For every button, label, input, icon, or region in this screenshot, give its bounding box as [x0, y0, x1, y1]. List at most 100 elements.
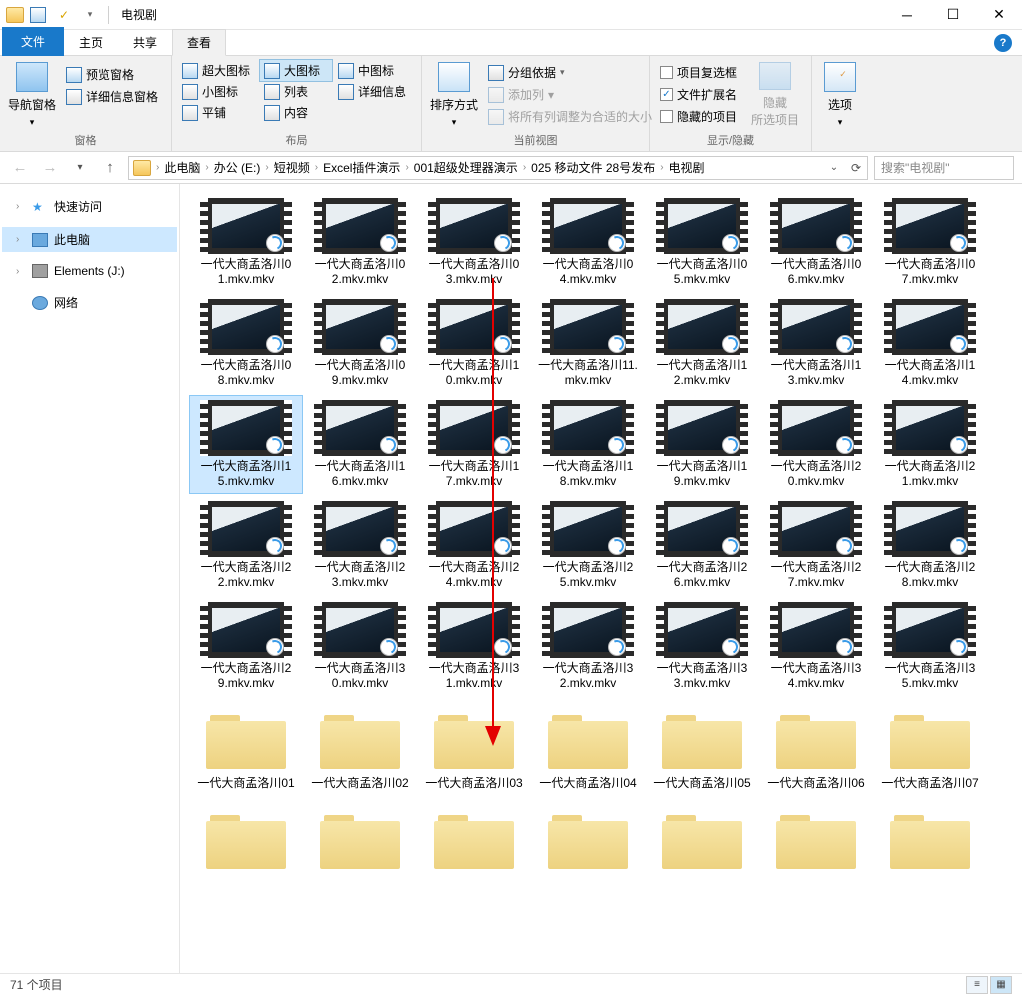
file-item[interactable]: 一代大商孟洛川12.mkv.mkv	[646, 295, 758, 392]
options-button[interactable]: ✓ 选项▾	[818, 60, 862, 130]
file-item[interactable]: 一代大商孟洛川07.mkv.mkv	[874, 194, 986, 291]
file-item[interactable]: 一代大商孟洛川06.mkv.mkv	[760, 194, 872, 291]
file-item[interactable]: 一代大商孟洛川18.mkv.mkv	[532, 396, 644, 493]
details-pane-button[interactable]: 详细信息窗格	[62, 86, 162, 107]
crumb[interactable]: Excel插件演示	[319, 159, 404, 176]
breadcrumb[interactable]: › 此电脑› 办公 (E:)› 短视频› Excel插件演示› 001超级处理器…	[128, 156, 868, 180]
dropdown-icon[interactable]: ⌄	[823, 162, 845, 173]
layout-list[interactable]: 列表	[260, 81, 332, 102]
folder-item[interactable]	[760, 799, 872, 880]
tab-home[interactable]: 主页	[64, 29, 118, 56]
file-item[interactable]: 一代大商孟洛川23.mkv.mkv	[304, 497, 416, 594]
file-item[interactable]: 一代大商孟洛川24.mkv.mkv	[418, 497, 530, 594]
crumb[interactable]: 此电脑	[160, 159, 204, 176]
file-view[interactable]: 一代大商孟洛川01.mkv.mkv一代大商孟洛川02.mkv.mkv一代大商孟洛…	[180, 184, 1022, 973]
file-item[interactable]: 一代大商孟洛川03.mkv.mkv	[418, 194, 530, 291]
file-item[interactable]: 一代大商孟洛川29.mkv.mkv	[190, 598, 302, 695]
layout-tiles[interactable]: 平铺	[178, 102, 258, 123]
tree-this-pc[interactable]: ›此电脑	[2, 227, 177, 252]
folder-item[interactable]: 一代大商孟洛川07	[874, 699, 986, 795]
qat-properties[interactable]	[26, 3, 50, 27]
file-item[interactable]: 一代大商孟洛川04.mkv.mkv	[532, 194, 644, 291]
qat-new[interactable]: ✓	[52, 3, 76, 27]
tree-network[interactable]: 网络	[2, 290, 177, 315]
sort-button[interactable]: 排序方式▾	[428, 60, 480, 130]
crumb[interactable]: 短视频	[270, 159, 314, 176]
file-item[interactable]: 一代大商孟洛川16.mkv.mkv	[304, 396, 416, 493]
layout-sm[interactable]: 小图标	[178, 81, 258, 102]
layout-lg[interactable]: 大图标	[260, 60, 332, 81]
file-item[interactable]: 一代大商孟洛川35.mkv.mkv	[874, 598, 986, 695]
tree-quick-access[interactable]: ›★快速访问	[2, 194, 177, 219]
file-item[interactable]: 一代大商孟洛川25.mkv.mkv	[532, 497, 644, 594]
crumb[interactable]: 电视剧	[665, 159, 709, 176]
video-thumb	[656, 198, 748, 254]
crumb[interactable]: 025 移动文件 28号发布	[527, 159, 659, 176]
file-item[interactable]: 一代大商孟洛川08.mkv.mkv	[190, 295, 302, 392]
recent-button[interactable]: ▾	[68, 156, 92, 180]
file-item[interactable]: 一代大商孟洛川28.mkv.mkv	[874, 497, 986, 594]
file-item[interactable]: 一代大商孟洛川34.mkv.mkv	[760, 598, 872, 695]
file-item[interactable]: 一代大商孟洛川13.mkv.mkv	[760, 295, 872, 392]
file-item[interactable]: 一代大商孟洛川05.mkv.mkv	[646, 194, 758, 291]
layout-content[interactable]: 内容	[260, 102, 332, 123]
file-item[interactable]: 一代大商孟洛川27.mkv.mkv	[760, 497, 872, 594]
item-checkboxes-toggle[interactable]: 项目复选框	[656, 62, 741, 83]
group-by-button[interactable]: 分组依据 ▾	[484, 62, 656, 83]
nav-pane-button[interactable]: 导航窗格 ▾	[6, 60, 58, 130]
file-item[interactable]: 一代大商孟洛川20.mkv.mkv	[760, 396, 872, 493]
folder-item[interactable]	[190, 799, 302, 880]
folder-item[interactable]	[532, 799, 644, 880]
qat-dropdown[interactable]: ▾	[78, 3, 102, 27]
tab-share[interactable]: 共享	[118, 29, 172, 56]
tab-view[interactable]: 查看	[172, 29, 226, 56]
file-item[interactable]: 一代大商孟洛川11.mkv.mkv	[532, 295, 644, 392]
layout-detail[interactable]: 详细信息	[334, 81, 406, 102]
layout-md[interactable]: 中图标	[334, 60, 406, 81]
view-icons-toggle[interactable]: ▦	[990, 976, 1012, 994]
search-input[interactable]: 搜索"电视剧"	[874, 156, 1014, 180]
view-details-toggle[interactable]: ≡	[966, 976, 988, 994]
file-item[interactable]: 一代大商孟洛川30.mkv.mkv	[304, 598, 416, 695]
file-item[interactable]: 一代大商孟洛川14.mkv.mkv	[874, 295, 986, 392]
file-item[interactable]: 一代大商孟洛川19.mkv.mkv	[646, 396, 758, 493]
forward-button[interactable]: →	[38, 156, 62, 180]
folder-item[interactable]: 一代大商孟洛川06	[760, 699, 872, 795]
minimize-button[interactable]: ─	[884, 0, 930, 30]
help-icon[interactable]: ?	[994, 34, 1012, 52]
folder-item[interactable]: 一代大商孟洛川03	[418, 699, 530, 795]
hidden-items-toggle[interactable]: 隐藏的项目	[656, 106, 741, 127]
folder-item[interactable]	[874, 799, 986, 880]
file-item[interactable]: 一代大商孟洛川17.mkv.mkv	[418, 396, 530, 493]
folder-item[interactable]	[646, 799, 758, 880]
folder-item[interactable]: 一代大商孟洛川05	[646, 699, 758, 795]
file-item[interactable]: 一代大商孟洛川32.mkv.mkv	[532, 598, 644, 695]
tab-file[interactable]: 文件	[2, 27, 64, 56]
file-item[interactable]: 一代大商孟洛川33.mkv.mkv	[646, 598, 758, 695]
file-item[interactable]: 一代大商孟洛川10.mkv.mkv	[418, 295, 530, 392]
file-item[interactable]: 一代大商孟洛川26.mkv.mkv	[646, 497, 758, 594]
folder-item[interactable]: 一代大商孟洛川02	[304, 699, 416, 795]
file-ext-toggle[interactable]: ✓文件扩展名	[656, 84, 741, 105]
maximize-button[interactable]: ☐	[930, 0, 976, 30]
crumb[interactable]: 001超级处理器演示	[410, 159, 522, 176]
preview-pane-button[interactable]: 预览窗格	[62, 64, 162, 85]
file-item[interactable]: 一代大商孟洛川02.mkv.mkv	[304, 194, 416, 291]
file-item[interactable]: 一代大商孟洛川15.mkv.mkv	[190, 396, 302, 493]
close-button[interactable]: ✕	[976, 0, 1022, 30]
folder-item[interactable]: 一代大商孟洛川04	[532, 699, 644, 795]
file-item[interactable]: 一代大商孟洛川22.mkv.mkv	[190, 497, 302, 594]
back-button[interactable]: ←	[8, 156, 32, 180]
file-item[interactable]: 一代大商孟洛川09.mkv.mkv	[304, 295, 416, 392]
layout-xl[interactable]: 超大图标	[178, 60, 258, 81]
crumb[interactable]: 办公 (E:)	[210, 159, 265, 176]
file-item[interactable]: 一代大商孟洛川21.mkv.mkv	[874, 396, 986, 493]
folder-item[interactable]	[304, 799, 416, 880]
file-item[interactable]: 一代大商孟洛川01.mkv.mkv	[190, 194, 302, 291]
up-button[interactable]: ↑	[98, 156, 122, 180]
tree-elements[interactable]: ›Elements (J:)	[2, 260, 177, 282]
folder-item[interactable]: 一代大商孟洛川01	[190, 699, 302, 795]
refresh-icon[interactable]: ⟳	[845, 161, 867, 175]
folder-item[interactable]	[418, 799, 530, 880]
file-item[interactable]: 一代大商孟洛川31.mkv.mkv	[418, 598, 530, 695]
